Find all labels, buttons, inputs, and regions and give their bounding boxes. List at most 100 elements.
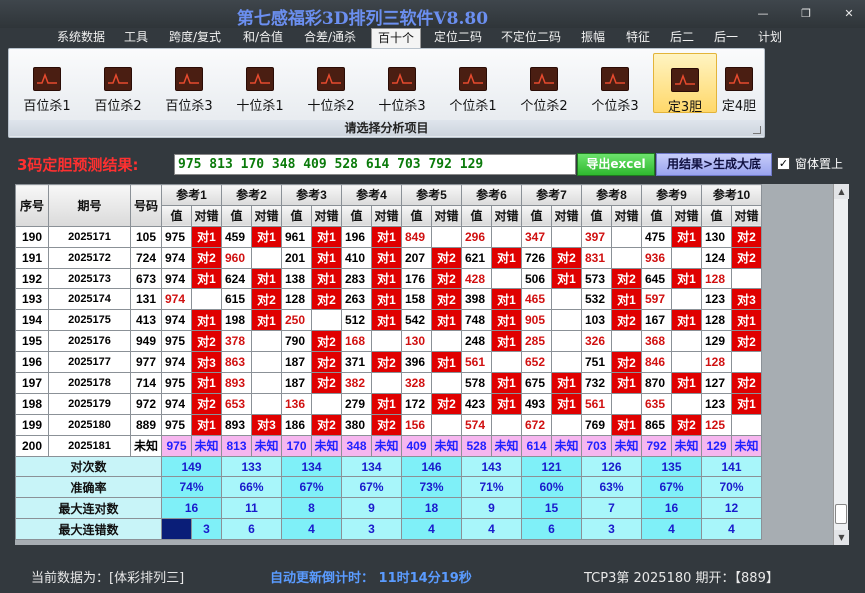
value-cell: 123	[701, 288, 732, 311]
table-row[interactable]: 194 2025175 413 974 对1 198 对1 250 512 对1 542 对1 748 对…	[15, 309, 763, 332]
menu-item[interactable]: 合差/通杀	[301, 28, 359, 48]
check-cell	[671, 351, 702, 374]
ribbon-button[interactable]: 百位杀2	[86, 53, 150, 114]
column-header-check: 对错	[491, 204, 522, 227]
value-cell: 893	[221, 413, 252, 436]
check-cell	[730, 351, 763, 374]
stats-value: 16	[641, 497, 702, 520]
table-row[interactable]: 191 2025172 724 974 对2 960 201 对1 410 对1 207 对2 621 对…	[15, 246, 763, 269]
seq-cell: 194	[15, 309, 49, 332]
value-cell: 975	[161, 413, 192, 436]
check-cell: 对2	[730, 330, 763, 353]
minimize-button[interactable]: —	[752, 6, 774, 22]
ribbon-button[interactable]: 个位杀1	[441, 53, 505, 114]
menu-item[interactable]: 跨度/复式	[166, 28, 224, 48]
menu-item[interactable]: 百十个	[371, 28, 421, 48]
menu-item[interactable]: 定位二码	[430, 28, 486, 48]
scroll-down-icon[interactable]: ▼	[834, 530, 849, 545]
current-row[interactable]: 200 2025181 未知 975 未知 813 未知 170 未知 348 未知 409 未知 528…	[15, 434, 763, 457]
ribbon-button-label: 个位杀3	[591, 99, 639, 114]
check-cell: 对1	[671, 267, 702, 290]
check-cell	[191, 288, 222, 311]
menu-item[interactable]: 和/合值	[240, 28, 286, 48]
selected-cell[interactable]	[161, 518, 192, 541]
value-cell: 347	[521, 225, 552, 248]
ribbon-button-label: 十位杀1	[236, 99, 284, 114]
check-cell	[251, 351, 282, 374]
check-cell: 对2	[191, 392, 222, 415]
ribbon-button[interactable]: 十位杀1	[228, 53, 292, 114]
menu-item[interactable]: 系统数据	[55, 28, 107, 48]
generate-base-button[interactable]: 用结果>生成大底	[656, 153, 772, 176]
table-row[interactable]: 197 2025178 714 975 对1 893 187 对2 382 328 578 对1 675…	[15, 372, 763, 394]
column-header-value: 值	[701, 204, 732, 227]
check-cell	[551, 288, 582, 311]
close-button[interactable]: ✕	[838, 6, 860, 22]
table-row[interactable]: 195 2025176 949 975 对2 378 790 对2 168 130 248 对1 285…	[15, 330, 763, 353]
prediction-cell: 409	[401, 434, 432, 457]
menu-item[interactable]: 特征	[622, 28, 654, 48]
check-cell	[491, 351, 522, 374]
vertical-scrollbar[interactable]: ▲ ▼	[833, 184, 849, 545]
value-cell: 103	[581, 309, 612, 332]
table-row[interactable]: 192 2025173 673 974 对1 624 对1 138 对1 283 对1 176 对2 42…	[15, 267, 763, 290]
menu-item[interactable]: 工具	[122, 28, 150, 48]
menu-item[interactable]: 振幅	[577, 28, 609, 48]
maximize-button[interactable]: ❐	[795, 6, 817, 22]
value-cell: 428	[461, 267, 492, 290]
value-cell: 975	[161, 372, 192, 394]
status-bar: 当前数据为：[体彩排列三] 自动更新倒计时： 11时14分19秒 TCP3第 2…	[0, 563, 865, 589]
prediction-result-field[interactable]: 975 813 170 348 409 528 614 703 792 129	[174, 154, 576, 175]
ribbon-button[interactable]: 百位杀3	[157, 53, 221, 114]
check-cell	[491, 413, 522, 436]
column-header-ref: 参考10	[700, 184, 763, 206]
number-cell: 413	[130, 309, 162, 332]
stats-value: 6	[521, 518, 582, 541]
value-cell: 128	[701, 351, 732, 374]
chart-icon	[246, 67, 274, 91]
export-excel-button[interactable]: 导出excel	[577, 153, 655, 176]
table-row[interactable]: 199 2025180 889 975 对1 893 对3 186 对2 380 对2 156 574 6…	[15, 413, 763, 436]
check-cell	[431, 330, 462, 353]
pin-window-checkbox[interactable]: ✓	[777, 157, 790, 170]
table-row[interactable]: 193 2025174 131 974 615 对2 128 对2 263 对1 158 对2 398 对…	[15, 288, 763, 311]
ribbon-button[interactable]: 百位杀1	[15, 53, 79, 114]
status-data-source: 当前数据为：[体彩排列三]	[31, 571, 185, 586]
table-row[interactable]: 196 2025177 977 974 对3 863 187 对2 371 对2 396 对1 561 6…	[15, 351, 763, 374]
check-cell	[671, 392, 702, 415]
stats-row: 最大连对数 16 11 8 9 18 9 15 7 16 12	[15, 497, 763, 520]
stats-value: 3	[341, 518, 402, 541]
value-cell: 597	[641, 288, 672, 311]
check-cell: 对1	[491, 288, 522, 311]
check-cell: 对1	[311, 225, 342, 248]
value-cell: 863	[221, 351, 252, 374]
ribbon-button[interactable]: 定4胆	[714, 53, 764, 114]
stats-value: 146	[401, 455, 462, 478]
results-table: 序号 期号 号码 参考1 参考2 参考3 参考4 参考5 参考6 参考7 参考8 参考9 参考10 值对错…	[15, 184, 763, 541]
ribbon-button[interactable]: 定3胆	[653, 53, 717, 115]
prediction-cell: 528	[461, 434, 492, 457]
unknown-cell: 未知	[730, 434, 763, 457]
menu-item[interactable]: 后一	[710, 28, 742, 48]
scroll-thumb[interactable]	[835, 504, 847, 524]
check-cell: 对3	[191, 351, 222, 374]
check-cell: 对1	[551, 392, 582, 415]
check-cell: 对2	[730, 225, 763, 248]
table-row[interactable]: 198 2025179 972 974 对2 653 136 279 对1 172 对2 423 对1 4…	[15, 392, 763, 415]
ribbon-launcher-icon[interactable]	[753, 126, 761, 134]
table-row[interactable]: 190 2025171 105 975 对1 459 对1 961 对1 196 对1 849 296 3…	[15, 225, 763, 248]
ribbon-button[interactable]: 个位杀2	[512, 53, 576, 114]
unknown-cell: 未知	[491, 434, 522, 457]
ribbon-button[interactable]: 十位杀3	[370, 53, 434, 114]
value-cell: 187	[281, 372, 312, 394]
menu-item[interactable]: 计划	[754, 28, 786, 48]
scroll-up-icon[interactable]: ▲	[834, 184, 849, 199]
stats-value: 12	[700, 497, 763, 520]
ribbon-button[interactable]: 个位杀3	[583, 53, 647, 114]
menu-item[interactable]: 后二	[666, 28, 698, 48]
check-cell	[551, 225, 582, 248]
ribbon-button[interactable]: 十位杀2	[299, 53, 363, 114]
column-header-check: 对错	[551, 204, 582, 227]
menu-item[interactable]: 不定位二码	[496, 28, 566, 48]
value-cell: 207	[401, 246, 432, 269]
